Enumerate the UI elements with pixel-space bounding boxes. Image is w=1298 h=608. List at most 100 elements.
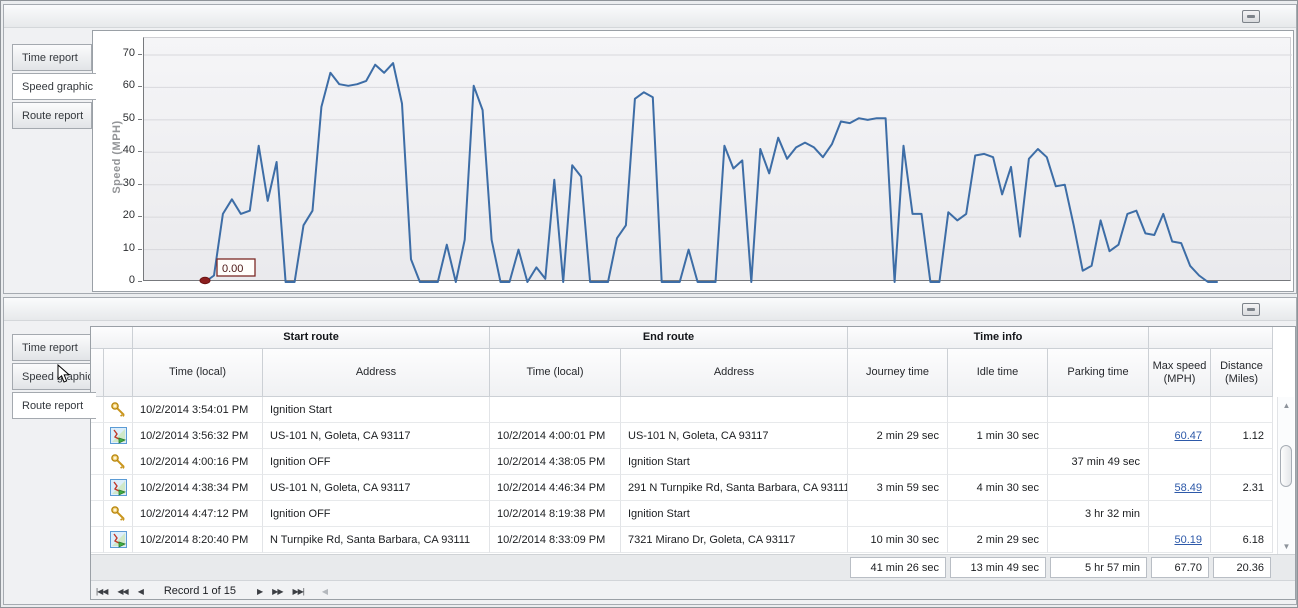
table-row[interactable]: 10/2/2014 8:20:40 PMN Turnpike Rd, Santa… [91,527,1273,553]
max-speed-link[interactable]: 50.19 [1174,534,1202,546]
scrollbar-thumb[interactable] [1280,445,1292,487]
table-row[interactable]: 10/2/2014 3:56:32 PMUS-101 N, Goleta, CA… [91,423,1273,449]
prev-page-button[interactable]: ◀◀ [112,587,132,596]
table-cell-start-time: 10/2/2014 4:38:34 PM [133,475,263,501]
row-indicator-cell [91,449,104,475]
table-cell-idle-time [948,449,1048,475]
table-cell-idle-time [948,397,1048,423]
next-page-button[interactable]: ▶▶ [267,587,287,596]
summary-parking-time: 5 hr 57 min [1050,557,1147,578]
table-cell-distance [1211,449,1273,475]
y-tick-label: 10 [105,242,135,254]
table-cell-max-speed: 50.19 [1149,527,1211,553]
column-group-header-empty[interactable] [91,327,133,349]
table-cell-max-speed [1149,397,1211,423]
vertical-scrollbar[interactable]: ▲ ▼ [1277,397,1294,554]
y-tick-mark [138,184,142,185]
y-tick-mark [138,54,142,55]
table-cell-start-time: 10/2/2014 3:54:01 PM [133,397,263,423]
prev-record-button[interactable]: ◀ [133,587,148,596]
panel-header [4,5,1296,28]
y-tick-label: 30 [105,177,135,189]
row-icon-cell [104,501,133,527]
table-row[interactable]: 10/2/2014 4:00:16 PMIgnition OFF10/2/201… [91,449,1273,475]
column-group-header[interactable]: End route [490,327,848,349]
route-map-icon [110,427,127,444]
table-cell-parking-time [1048,527,1149,553]
table-cell-end-address: Ignition Start [621,501,848,527]
max-speed-link[interactable]: 58.49 [1174,482,1202,494]
scroll-up-icon[interactable]: ▲ [1278,397,1295,413]
tab-speed-graphic[interactable]: Speed graphic [12,73,96,100]
table-cell-start-address: US-101 N, Goleta, CA 93117 [263,475,490,501]
column-header-empty[interactable] [91,349,104,397]
y-tick-mark [138,249,142,250]
y-tick-label: 70 [105,47,135,59]
summary-journey-time: 41 min 26 sec [850,557,946,578]
column-header[interactable]: Parking time [1048,349,1149,397]
panel-header [4,298,1296,321]
first-record-button[interactable]: |◀◀ [91,587,112,596]
table-cell-end-time: 10/2/2014 8:19:38 PM [490,501,621,527]
summary-row: 41 min 26 sec13 min 49 sec5 hr 57 min67.… [91,554,1295,580]
column-header[interactable]: Address [263,349,490,397]
table-cell-max-speed [1149,449,1211,475]
table-cell-start-address: US-101 N, Goleta, CA 93117 [263,423,490,449]
collapse-icon [1247,308,1255,311]
row-icon-cell [104,527,133,553]
table-row[interactable]: 10/2/2014 3:54:01 PMIgnition Start [91,397,1273,423]
column-header[interactable]: Distance (Miles) [1211,349,1273,397]
tab-time-report[interactable]: Time report [12,334,92,361]
table-cell-start-time: 10/2/2014 8:20:40 PM [133,527,263,553]
max-speed-link[interactable]: 60.47 [1174,430,1202,442]
table-cell-end-address: 7321 Mirano Dr, Goleta, CA 93117 [621,527,848,553]
collapse-panel-button[interactable] [1242,10,1260,23]
table-cell-end-address: Ignition Start [621,449,848,475]
tab-route-report[interactable]: Route report [12,392,96,419]
column-header-empty[interactable] [104,349,133,397]
table-cell-end-time [490,397,621,423]
table-cell-journey-time: 10 min 30 sec [848,527,948,553]
table-cell-max-speed: 58.49 [1149,475,1211,501]
speed-chart-card: Speed (MPH) 010203040506070 0.00 [92,30,1294,292]
column-group-header[interactable]: Time info [848,327,1149,349]
column-group-header-empty[interactable] [1149,327,1273,349]
column-group-header[interactable]: Start route [133,327,490,349]
table-cell-distance [1211,501,1273,527]
key-icon [110,453,127,470]
table-cell-idle-time: 4 min 30 sec [948,475,1048,501]
table-cell-start-address: Ignition OFF [263,449,490,475]
tab-route-report[interactable]: Route report [12,102,92,129]
table-cell-start-time: 10/2/2014 4:47:12 PM [133,501,263,527]
route-map-icon [110,479,127,496]
column-header[interactable]: Address [621,349,848,397]
scroll-down-icon[interactable]: ▼ [1278,538,1295,554]
summary-distance: 20.36 [1213,557,1271,578]
tab-time-report[interactable]: Time report [12,44,92,71]
route-report-panel: Time report Speed graphic Route report S… [3,297,1297,605]
hscroll-left-button[interactable]: ◀ [317,587,332,596]
last-record-button[interactable]: ▶▶| [287,587,308,596]
column-header[interactable]: Journey time [848,349,948,397]
table-cell-start-address: Ignition OFF [263,501,490,527]
row-indicator-cell [91,527,104,553]
table-cell-journey-time [848,449,948,475]
table-row[interactable]: 10/2/2014 4:47:12 PMIgnition OFF10/2/201… [91,501,1273,527]
column-header[interactable]: Time (local) [490,349,621,397]
y-tick-label: 20 [105,209,135,221]
table-cell-end-address [621,397,848,423]
column-header[interactable]: Idle time [948,349,1048,397]
table-cell-distance: 6.18 [1211,527,1273,553]
speed-graphic-panel: Time report Speed graphic Route report S… [3,4,1297,294]
next-record-button[interactable]: ▶ [252,587,267,596]
tab-speed-graphic[interactable]: Speed graphic [12,363,92,390]
collapse-panel-button[interactable] [1242,303,1260,316]
column-header[interactable]: Time (local) [133,349,263,397]
y-tick-mark [138,216,142,217]
table-cell-start-time: 10/2/2014 3:56:32 PM [133,423,263,449]
table-cell-parking-time [1048,423,1149,449]
table-row[interactable]: 10/2/2014 4:38:34 PMUS-101 N, Goleta, CA… [91,475,1273,501]
y-tick-label: 0 [105,274,135,286]
column-header[interactable]: Max speed (MPH) [1149,349,1211,397]
table-cell-end-time: 10/2/2014 4:38:05 PM [490,449,621,475]
